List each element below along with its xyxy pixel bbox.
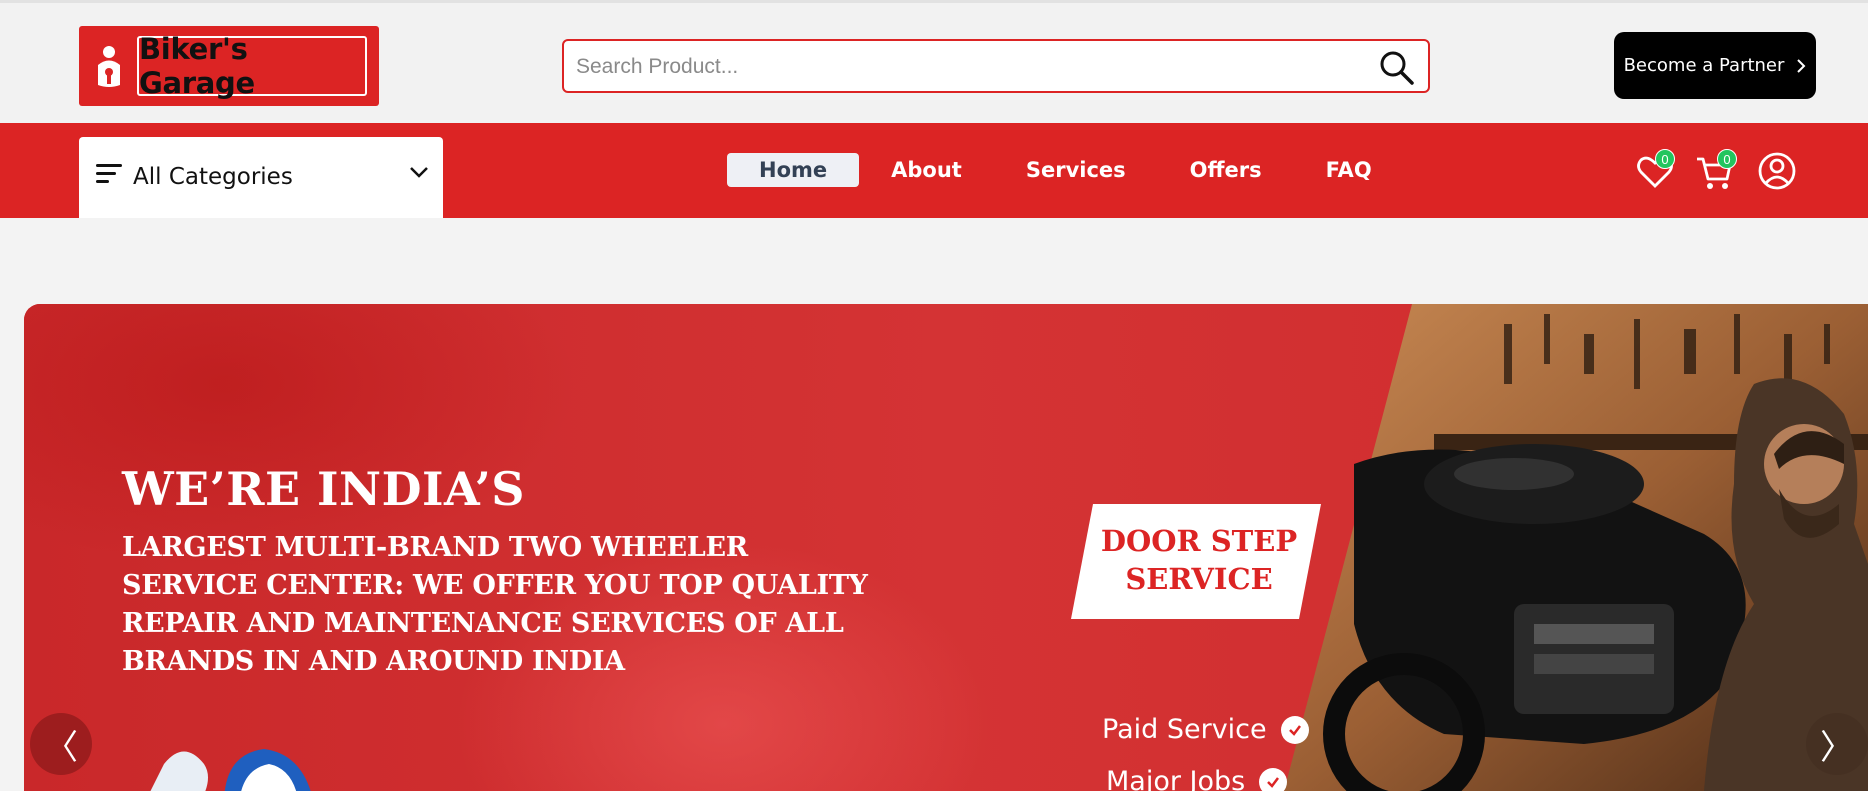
search-input[interactable]	[576, 49, 1356, 85]
nav-offers[interactable]: Offers	[1158, 153, 1294, 187]
brand-name: Biker's Garage	[139, 32, 255, 100]
nav-home[interactable]: Home	[727, 153, 860, 187]
carousel-next-button[interactable]: 〉	[1806, 713, 1868, 775]
cart-button[interactable]: 0	[1695, 147, 1739, 193]
logo-frame: Biker's Garage	[137, 32, 367, 100]
chevron-right-icon	[1797, 58, 1806, 73]
mechanic-motorcycle-photo	[1284, 304, 1868, 791]
search-icon[interactable]	[1378, 49, 1416, 87]
door-step-line1: DOOR STEP	[1100, 524, 1298, 558]
mascot-icon	[98, 46, 120, 87]
door-step-service-badge: DOOR STEP SERVICE	[1094, 522, 1304, 598]
chevron-down-icon	[410, 167, 428, 178]
chevron-right-icon: 〉	[1820, 727, 1854, 768]
service-label: Major Jobs	[1106, 766, 1246, 791]
become-partner-label: Become a Partner	[1623, 55, 1785, 76]
user-circle-icon	[1758, 152, 1796, 190]
nav-services[interactable]: Services	[994, 153, 1158, 187]
account-button[interactable]	[1755, 147, 1799, 193]
wishlist-count-badge: 0	[1655, 149, 1675, 169]
menu-lines-icon	[96, 164, 122, 183]
door-step-line2: SERVICE	[1125, 562, 1273, 596]
all-categories-dropdown[interactable]: All Categories	[79, 137, 443, 218]
hero-banner: WE’RE INDIA’S LARGEST MULTI-BRAND TWO WH…	[24, 304, 1868, 791]
all-categories-label: All Categories	[133, 164, 293, 190]
nav-faq[interactable]: FAQ	[1294, 153, 1404, 187]
hero-subtitle: LARGEST MULTI-BRAND TWO WHEELER SERVICE …	[122, 532, 868, 677]
main-navbar: All Categories Home About Services Offer…	[0, 123, 1868, 218]
brand-logo[interactable]: Biker's Garage	[79, 26, 379, 106]
check-circle-icon	[1280, 715, 1309, 744]
hero-title: WE’RE INDIA’S	[122, 462, 525, 516]
cart-count-badge: 0	[1717, 149, 1737, 169]
service-item: Major Jobs	[1106, 766, 1288, 791]
search-bar	[562, 39, 1430, 93]
chevron-left-icon: 〈	[44, 727, 78, 768]
wishlist-button[interactable]: 0	[1633, 147, 1677, 193]
check-circle-icon	[1259, 767, 1288, 791]
become-partner-button[interactable]: Become a Partner	[1614, 32, 1816, 99]
tools-illustration	[150, 749, 311, 791]
carousel-prev-button[interactable]: 〈	[30, 713, 92, 775]
service-label: Paid Service	[1102, 714, 1267, 745]
nav-about[interactable]: About	[859, 153, 994, 187]
top-header: Biker's Garage Become a Partner	[0, 0, 1868, 123]
service-item: Paid Service	[1102, 714, 1309, 745]
nav-links: Home About Services Offers FAQ	[727, 153, 1404, 187]
